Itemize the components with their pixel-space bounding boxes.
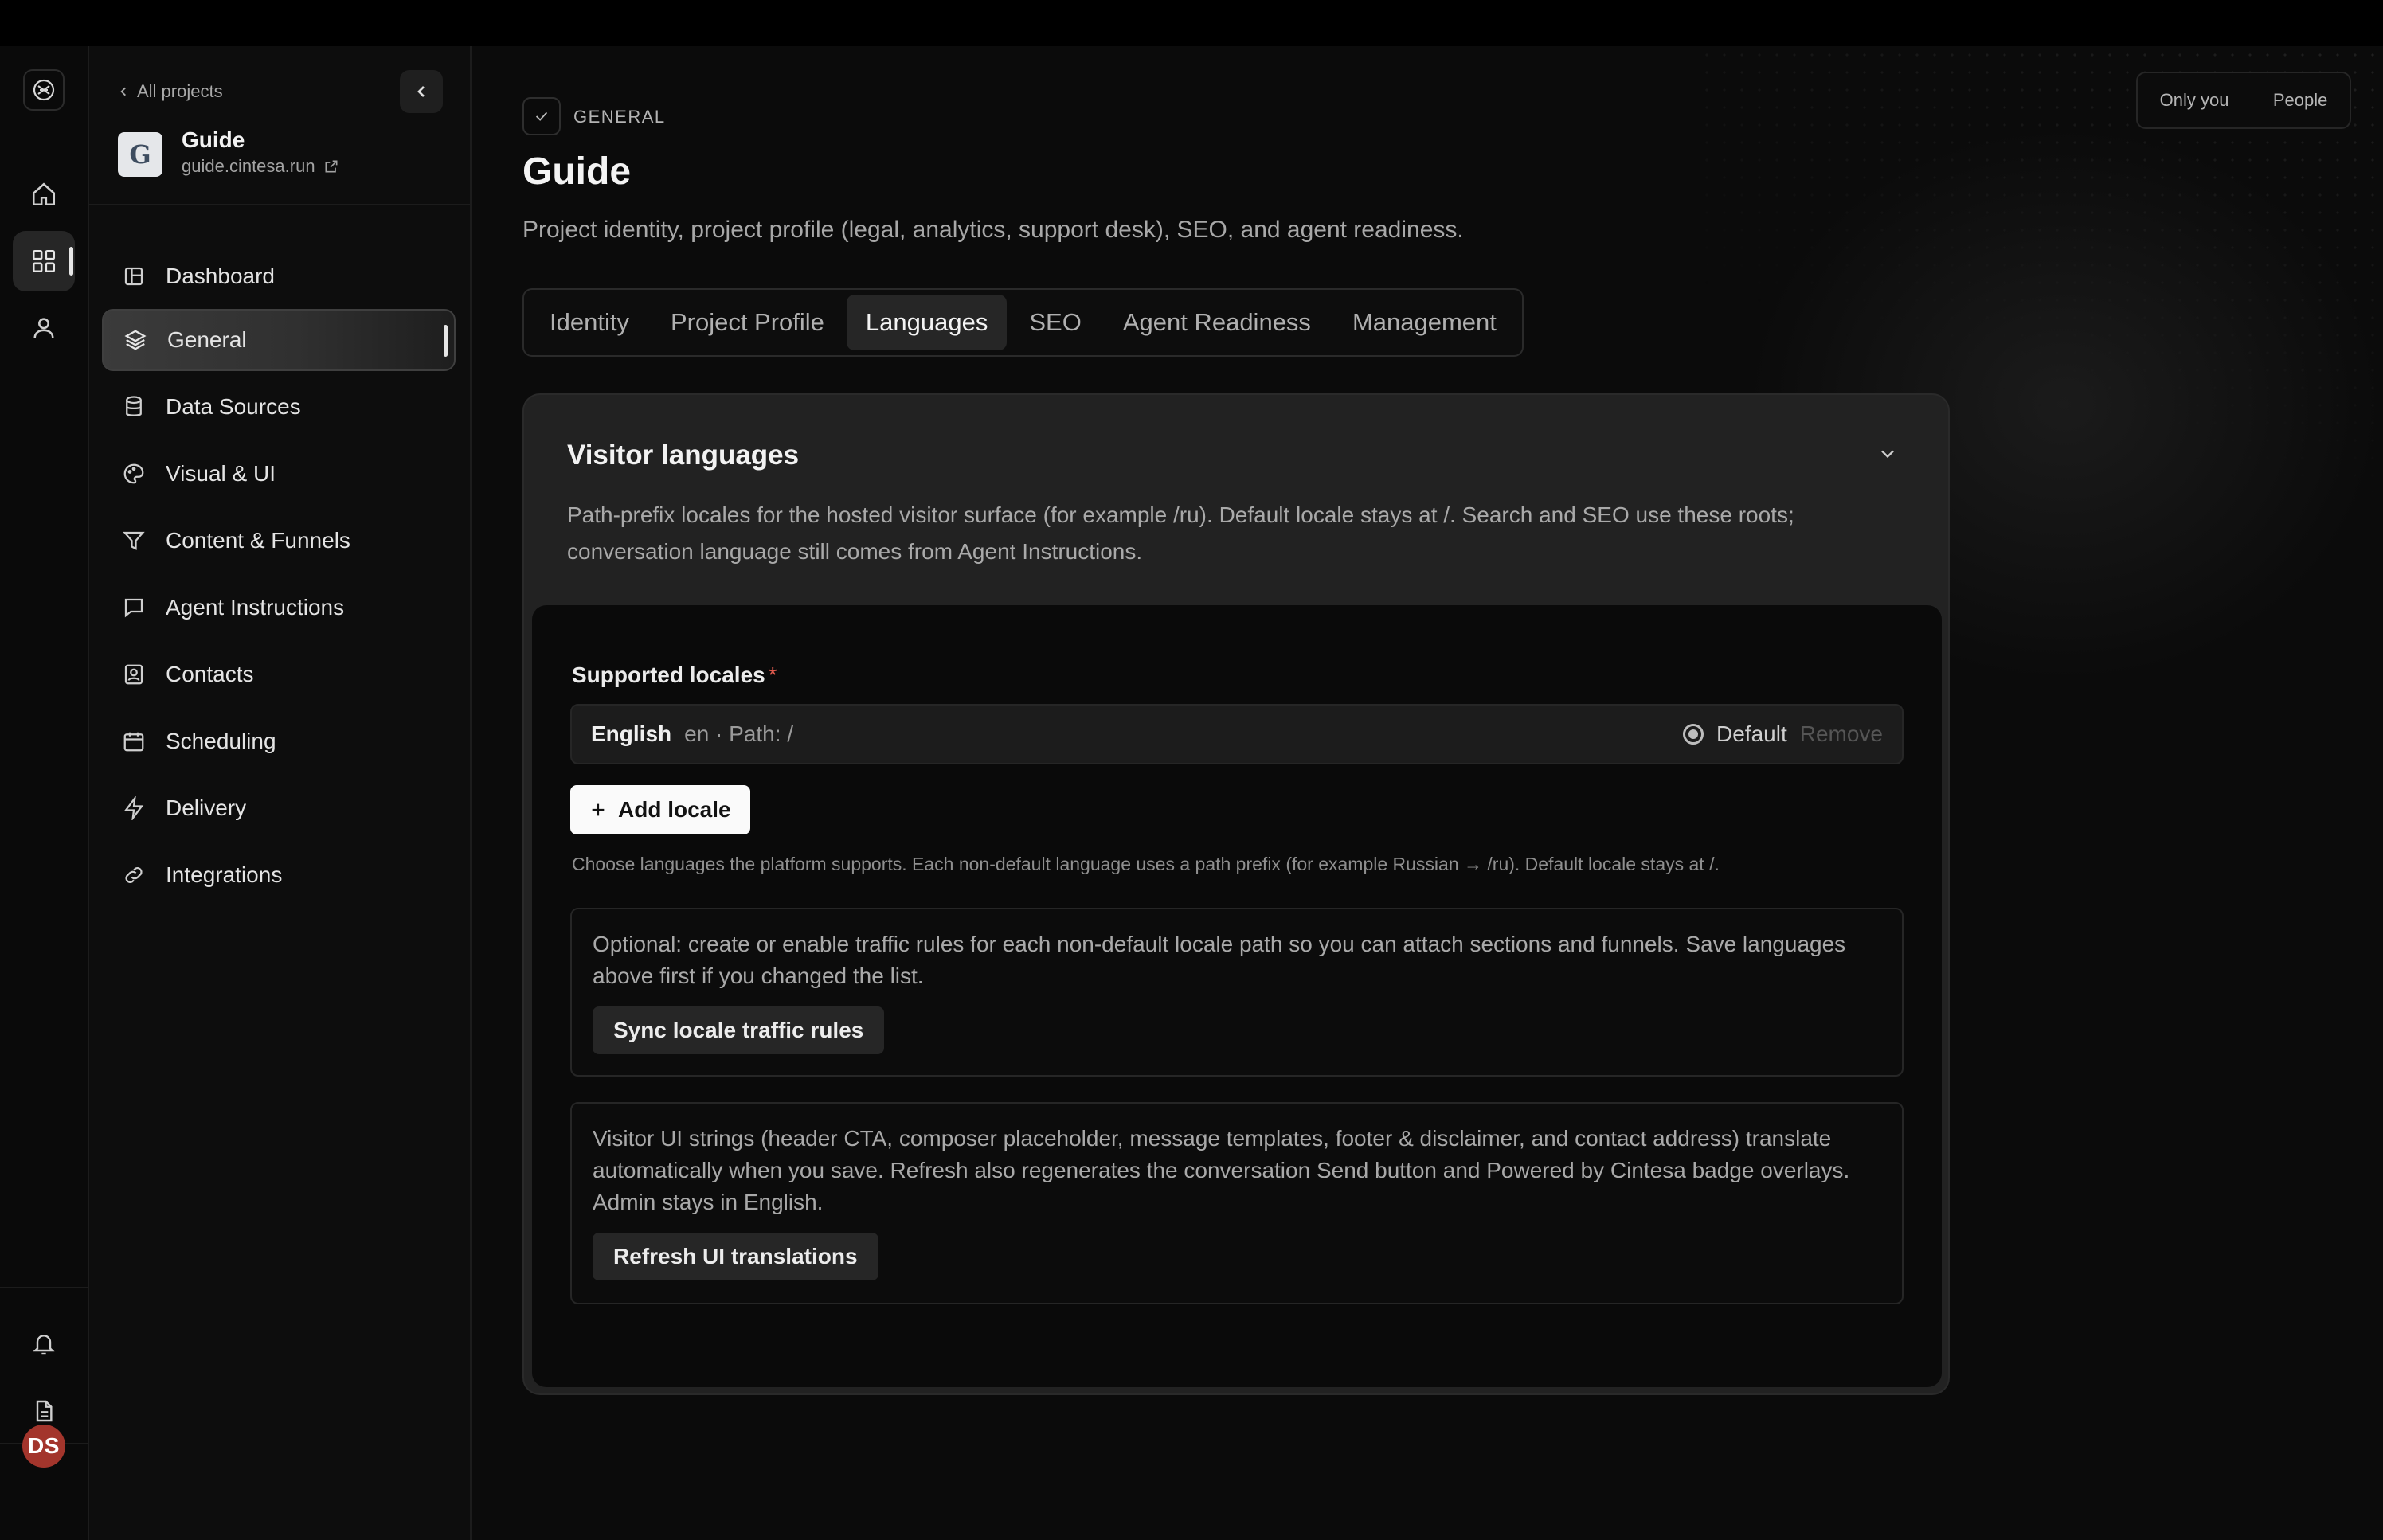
visitor-languages-card: Visitor languages Path-prefix locales fo… [522,393,1950,1395]
check-icon [522,97,561,135]
page-title: Guide [522,150,632,193]
external-link-icon [325,160,338,173]
project-name: Guide [182,127,245,152]
app-logo-icon[interactable] [23,69,65,111]
tab-seo[interactable]: SEO [1010,295,1100,350]
calendar-icon [121,729,147,754]
sidebar-item-label: Agent Instructions [166,595,345,620]
chevron-down-icon[interactable] [1876,443,1899,469]
visibility-toggle: Only you People [2136,72,2351,129]
chevron-left-icon [120,87,126,96]
all-projects-label: All projects [137,81,223,101]
supported-locales-label: Supported locales * [572,663,777,688]
project-sidebar: All projects G Guide guide.cintesa.run D… [89,46,472,1540]
add-locale-button[interactable]: Add locale [570,785,750,834]
sidebar-item-label: Scheduling [166,729,276,753]
sidebar-item-label: Integrations [166,862,283,887]
locale-actions: Default Remove [1683,721,1883,747]
default-radio[interactable] [1683,724,1704,745]
sidebar-item-dashboard[interactable]: Dashboard [102,245,456,307]
refresh-ui-translations-button[interactable]: Refresh UI translations [593,1233,878,1280]
languages-panel: Supported locales * English en · Path: / … [532,605,1942,1387]
chevron-left-icon [417,86,425,97]
project-logo: G [118,132,162,177]
add-locale-label: Add locale [618,797,731,822]
layers-icon [123,327,148,353]
sidebar-item-agent-instructions[interactable]: Agent Instructions [102,577,456,639]
database-icon [121,394,147,420]
lightning-icon [121,795,147,821]
sidebar-separator [89,204,470,205]
funnel-icon [121,528,147,553]
sidebar-item-content-funnels[interactable]: Content & Funnels [102,510,456,572]
locale-meta: en · Path: / [684,721,794,746]
sidebar-item-label: Dashboard [166,264,275,288]
plus-icon [592,803,605,816]
supported-locales-text: Supported locales [572,663,765,687]
only-you-option[interactable]: Only you [2160,90,2229,111]
sidebar-item-label: Visual & UI [166,461,276,486]
locale-name: English [591,721,672,746]
user-avatar[interactable]: DS [22,1425,65,1468]
all-projects-link[interactable]: All projects [118,81,223,102]
tab-agent-readiness[interactable]: Agent Readiness [1104,295,1330,350]
user-icon[interactable] [13,298,75,358]
tab-project-profile[interactable]: Project Profile [652,295,843,350]
sidebar-item-data-sources[interactable]: Data Sources [102,376,456,438]
ui-translations-text: Visitor UI strings (header CTA, composer… [593,1126,1850,1214]
dashboard-icon [121,264,147,289]
locales-help-text: Choose languages the platform supports. … [572,854,1720,874]
sidebar-item-integrations[interactable]: Integrations [102,844,456,906]
project-url-link[interactable]: guide.cintesa.run [182,156,339,177]
traffic-rules-box: Optional: create or enable traffic rules… [570,908,1904,1077]
sidebar-item-visual-ui[interactable]: Visual & UI [102,443,456,505]
chat-bubble-icon [121,595,147,620]
sidebar-item-label: Data Sources [166,394,301,419]
window-top-bar [0,0,2383,46]
remove-locale-button[interactable]: Remove [1800,721,1883,747]
ui-translations-box: Visitor UI strings (header CTA, composer… [570,1102,1904,1304]
sidebar-item-label: Delivery [166,795,247,820]
collapse-sidebar-button[interactable] [400,70,443,113]
projects-grid-icon[interactable] [13,231,75,291]
link-icon [121,862,147,888]
tab-management[interactable]: Management [1333,295,1516,350]
tab-identity[interactable]: Identity [530,295,648,350]
sidebar-item-delivery[interactable]: Delivery [102,777,456,839]
rail-divider [0,1287,88,1288]
locale-row: English en · Path: / Default Remove [570,704,1904,764]
icon-rail: DS [0,46,89,1540]
home-icon[interactable] [13,164,75,225]
settings-tabs: Identity Project Profile Languages SEO A… [522,288,1524,357]
main-content: Only you People GENERAL Guide Project id… [472,46,2383,1540]
card-description: Path-prefix locales for the hosted visit… [567,502,1794,564]
page-subtitle: Project identity, project profile (legal… [522,217,1464,243]
sidebar-item-contacts[interactable]: Contacts [102,643,456,706]
bell-icon[interactable] [13,1314,75,1374]
default-label: Default [1716,721,1787,746]
sidebar-item-general[interactable]: General [102,309,456,371]
palette-icon [121,461,147,487]
breadcrumb: GENERAL [573,107,666,127]
sync-traffic-rules-button[interactable]: Sync locale traffic rules [593,1006,885,1054]
sidebar-item-scheduling[interactable]: Scheduling [102,710,456,772]
required-mark: * [768,663,777,687]
sidebar-item-label: Contacts [166,662,254,686]
sidebar-item-label: Content & Funnels [166,528,350,553]
contact-card-icon [121,662,147,687]
tab-languages[interactable]: Languages [846,295,1008,350]
traffic-rules-text: Optional: create or enable traffic rules… [593,932,1846,988]
people-option[interactable]: People [2273,90,2328,111]
sidebar-item-label: General [167,327,247,352]
project-url: guide.cintesa.run [182,156,315,176]
card-title: Visitor languages [567,440,800,471]
